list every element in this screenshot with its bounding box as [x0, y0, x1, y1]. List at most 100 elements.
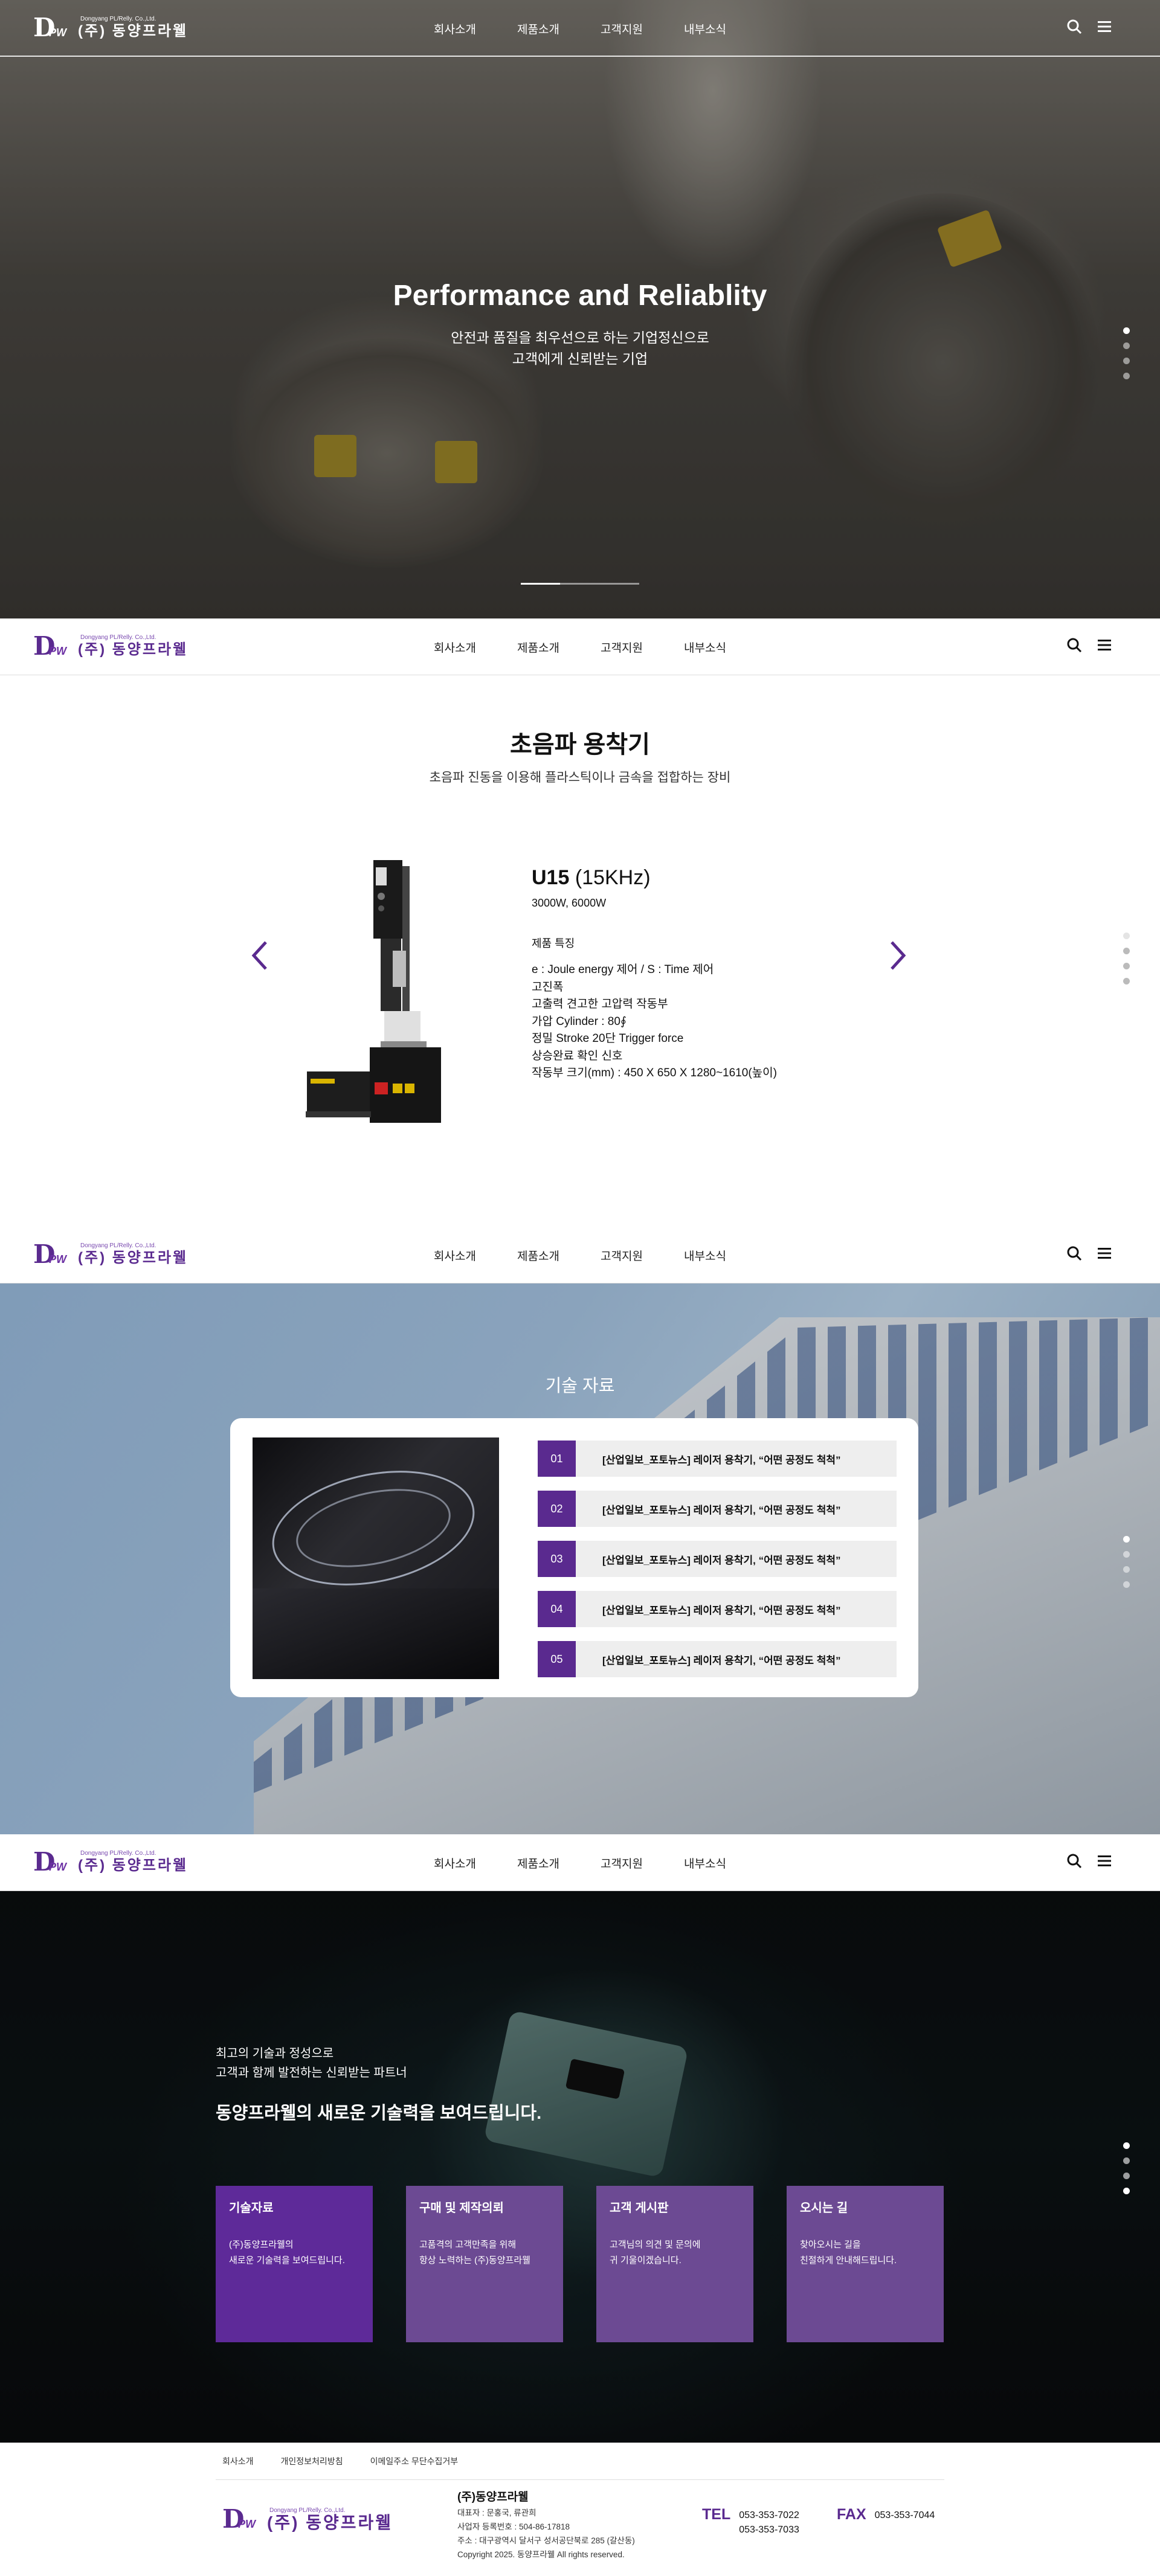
card-title: 고객 게시판	[610, 2202, 669, 2215]
page-dot[interactable]	[1123, 342, 1130, 349]
card-directions[interactable]: 오시는 길 찾아오시는 길을 친절하게 안내해드립니다.	[787, 2186, 944, 2342]
search-icon[interactable]	[1066, 637, 1083, 654]
feature-list: e : Joule energy 제어 / S : Time 제어 고진폭 고출…	[532, 962, 870, 1082]
nav-item-news[interactable]: 내부소식	[684, 21, 767, 37]
nav-item-news[interactable]: 내부소식	[684, 1855, 767, 1871]
footer-link-about[interactable]: 회사소개	[222, 2455, 254, 2467]
section-pagination	[1123, 1536, 1130, 1588]
page-dot[interactable]	[1123, 1551, 1130, 1558]
hero-title: Performance and Reliablity	[393, 280, 767, 312]
feature-heading: 제품 특징	[532, 937, 575, 949]
page-dot-active[interactable]	[1123, 948, 1130, 954]
card-desc: (주)동양프라웰의 새로운 기술력을 보여드립니다.	[229, 2240, 345, 2266]
logo-ko: (주) 동양프라웰	[267, 2513, 393, 2532]
nav-item-support[interactable]: 고객지원	[601, 1247, 684, 1264]
logo[interactable]: D PW Dongyang PL/Relly. Co.,Ltd. (주) 동양프라웰	[33, 1849, 188, 1875]
menu-icon[interactable]	[1096, 637, 1113, 654]
logo-ko: (주) 동양프라웰	[78, 1250, 188, 1266]
footer-fax: FAX 053-353-7044	[837, 2506, 935, 2523]
footer: 회사소개 개인정보처리방침 이메일주소 무단수집거부 D PW Dongyang …	[0, 2443, 1160, 2576]
section-pagination	[1123, 2142, 1130, 2194]
footer-logo[interactable]: D PW Dongyang PL/Relly. Co.,Ltd. (주) 동양프라웰	[222, 2506, 393, 2533]
card-title: 오시는 길	[800, 2202, 848, 2215]
footer-link-email-policy[interactable]: 이메일주소 무단수집거부	[370, 2455, 459, 2467]
page-dot[interactable]	[1123, 963, 1130, 969]
company-section: D PW Dongyang PL/Relly. Co.,Ltd. (주) 동양프라웰…	[0, 1834, 1160, 2443]
item-number: 01	[538, 1441, 576, 1477]
menu-icon[interactable]	[1096, 18, 1113, 35]
feature-item: 작동부 크기(mm) : 450 X 650 X 1280~1610(높이)	[532, 1067, 777, 1079]
main-nav: 회사소개 제품소개 고객지원 내부소식	[434, 1834, 767, 1891]
list-item[interactable]: 03 [산업일보_포토뉴스] 레이저 용착기, “어떤 공정도 척척”	[538, 1541, 897, 1577]
item-title[interactable]: [산업일보_포토뉴스] 레이저 용착기, “어떤 공정도 척척”	[602, 1502, 841, 1517]
feature-item: 정밀 Stroke 20단 Trigger force	[532, 1032, 684, 1045]
nav-item-news[interactable]: 내부소식	[684, 639, 767, 655]
section-pagination	[1123, 933, 1130, 984]
item-title[interactable]: [산업일보_포토뉴스] 레이저 용착기, “어떤 공정도 척척”	[602, 1552, 841, 1567]
nav-item-support[interactable]: 고객지원	[601, 1855, 684, 1871]
next-arrow-icon[interactable]	[886, 939, 910, 972]
nav-item-products[interactable]: 제품소개	[517, 21, 601, 37]
nav-item-products[interactable]: 제품소개	[517, 1247, 601, 1264]
search-icon[interactable]	[1066, 18, 1083, 35]
list-item[interactable]: 05 [산업일보_포토뉴스] 레이저 용착기, “어떤 공정도 척척”	[538, 1641, 897, 1677]
page-dot[interactable]	[1123, 1536, 1130, 1543]
hero-subtitle: 안전과 품질을 최우선으로 하는 기업정신으로 고객에게 신뢰받는 기업	[451, 330, 709, 367]
page-dot-active[interactable]	[1123, 1566, 1130, 1573]
page-dot[interactable]	[1123, 978, 1130, 984]
card-board[interactable]: 고객 게시판 고객님의 의견 및 문의에 귀 기울이겠습니다.	[596, 2186, 753, 2342]
page-dot[interactable]	[1123, 373, 1130, 379]
main-nav: 회사소개 제품소개 고객지원 내부소식	[434, 1227, 767, 1283]
feature-item: 고진폭	[532, 980, 564, 994]
product-section: D PW Dongyang PL/Relly. Co.,Ltd. (주) 동양프라웰…	[0, 618, 1160, 1227]
nav-item-support[interactable]: 고객지원	[601, 21, 684, 37]
page-dot-active[interactable]	[1123, 327, 1130, 334]
nav-item-about[interactable]: 회사소개	[434, 1247, 517, 1264]
card-title: 구매 및 제작의뢰	[419, 2202, 504, 2215]
feature-item: 가압 Cylinder : 80∮	[532, 1015, 627, 1028]
list-item[interactable]: 01 [산업일보_포토뉴스] 레이저 용착기, “어떤 공정도 척척”	[538, 1441, 897, 1477]
menu-icon[interactable]	[1096, 1852, 1113, 1869]
feature-item: e : Joule energy 제어 / S : Time 제어	[532, 963, 714, 976]
page-dot[interactable]	[1123, 2173, 1130, 2179]
prev-arrow-icon[interactable]	[248, 939, 272, 972]
logo[interactable]: D PW Dongyang PL/Relly. Co.,Ltd. (주) 동양프라웰	[33, 1241, 188, 1268]
product-name: U15 (15KHz)	[532, 866, 651, 889]
logo[interactable]: D PW Dongyang PL/Relly. Co.,Ltd. (주) 동양프라웰	[33, 14, 188, 41]
page-dot[interactable]	[1123, 2142, 1130, 2149]
page-dot-active[interactable]	[1123, 2188, 1130, 2194]
card-desc: 고품격의 고객만족을 위해 항상 노력하는 (주)동양프라웰	[419, 2240, 530, 2266]
logo[interactable]: D PW Dongyang PL/Relly. Co.,Ltd. (주) 동양프라웰	[33, 633, 188, 660]
page-dot[interactable]	[1123, 2157, 1130, 2164]
page-dot[interactable]	[1123, 358, 1130, 364]
item-title[interactable]: [산업일보_포토뉴스] 레이저 용착기, “어떤 공정도 척척”	[602, 1602, 841, 1617]
nav-item-support[interactable]: 고객지원	[601, 639, 684, 655]
nav-item-about[interactable]: 회사소개	[434, 639, 517, 655]
nav-item-products[interactable]: 제품소개	[517, 639, 601, 655]
menu-icon[interactable]	[1096, 1245, 1113, 1262]
search-icon[interactable]	[1066, 1245, 1083, 1262]
card-purchase[interactable]: 구매 및 제작의뢰 고품격의 고객만족을 위해 항상 노력하는 (주)동양프라웰	[406, 2186, 563, 2342]
nav-item-about[interactable]: 회사소개	[434, 21, 517, 37]
item-title[interactable]: [산업일보_포토뉴스] 레이저 용착기, “어떤 공정도 척척”	[602, 1451, 841, 1466]
nav-item-products[interactable]: 제품소개	[517, 1855, 601, 1871]
product-section-title: 초음파 용착기	[510, 731, 650, 758]
list-item[interactable]: 04 [산업일보_포토뉴스] 레이저 용착기, “어떤 공정도 척척”	[538, 1591, 897, 1627]
card-desc: 찾아오시는 길을 친절하게 안내해드립니다.	[800, 2240, 897, 2266]
logo-en: Dongyang PL/Relly. Co.,Ltd.	[80, 634, 156, 641]
footer-link-privacy[interactable]: 개인정보처리방침	[281, 2455, 343, 2467]
logo-en: Dongyang PL/Relly. Co.,Ltd.	[80, 1850, 156, 1857]
company-tagline: 최고의 기술과 정성으로 고객과 함께 발전하는 신뢰받는 파트너	[216, 2047, 407, 2080]
item-title[interactable]: [산업일보_포토뉴스] 레이저 용착기, “어떤 공정도 척척”	[602, 1652, 841, 1667]
page-dot[interactable]	[1123, 933, 1130, 939]
search-icon[interactable]	[1066, 1852, 1083, 1869]
logo-mark: D PW	[33, 13, 66, 42]
nav-item-news[interactable]: 내부소식	[684, 1247, 767, 1264]
nav-item-about[interactable]: 회사소개	[434, 1855, 517, 1871]
footer-links: 회사소개 개인정보처리방침 이메일주소 무단수집거부	[222, 2455, 458, 2467]
card-tech-docs[interactable]: 기술자료 (주)동양프라웰의 새로운 기술력을 보여드립니다.	[216, 2186, 373, 2342]
list-item[interactable]: 02 [산업일보_포토뉴스] 레이저 용착기, “어떤 공정도 척척”	[538, 1491, 897, 1527]
item-number: 04	[538, 1591, 576, 1627]
page-dot[interactable]	[1123, 1581, 1130, 1588]
product-info: U15 (15KHz) 3000W, 6000W 제품 특징 e : Joule…	[532, 866, 870, 1082]
